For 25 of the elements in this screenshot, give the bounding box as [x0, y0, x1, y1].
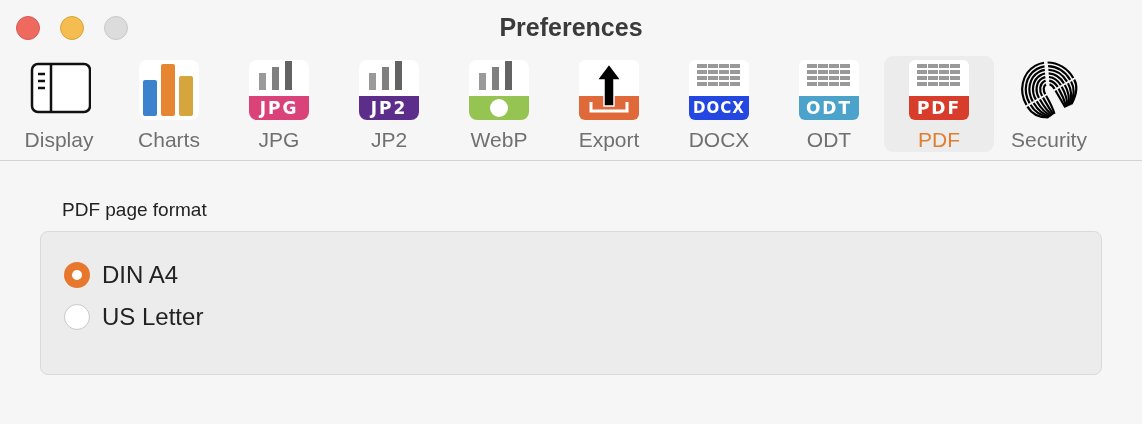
zoom-button[interactable]: [104, 16, 128, 40]
toolbar-tab[interactable]: Export: [554, 56, 664, 152]
radio-label[interactable]: US Letter: [102, 303, 204, 331]
badge-label: JP2: [368, 97, 409, 120]
toolbar-tab[interactable]: JP2 JP2: [334, 56, 444, 152]
toolbar-tab[interactable]: PDF PDF: [884, 56, 994, 152]
toolbar-tab[interactable]: Security: [994, 56, 1104, 152]
window-title: Preferences: [499, 11, 643, 42]
minimize-button[interactable]: [60, 16, 84, 40]
toolbar-tab[interactable]: JPG JPG: [224, 56, 334, 152]
toolbar-tab[interactable]: Display: [4, 56, 114, 152]
badge-label: JPG: [257, 97, 300, 120]
badge-label: DOCX: [692, 98, 746, 119]
toolbar-tab[interactable]: ODT ODT: [774, 56, 884, 152]
radio-button[interactable]: [64, 262, 90, 288]
toolbar-tab[interactable]: WebP: [444, 56, 554, 152]
toolbar-tab[interactable]: DOCX DOCX: [664, 56, 774, 152]
radio-label[interactable]: DIN A4: [102, 261, 179, 289]
section-title: PDF page format: [62, 199, 208, 221]
bar-chart-icon: [137, 58, 201, 122]
badge-label: ODT: [804, 97, 854, 120]
badge-label: PDF: [915, 97, 963, 120]
radio-button[interactable]: [64, 304, 90, 330]
toolbar-tab[interactable]: Charts: [114, 56, 224, 152]
close-button[interactable]: [16, 16, 40, 40]
